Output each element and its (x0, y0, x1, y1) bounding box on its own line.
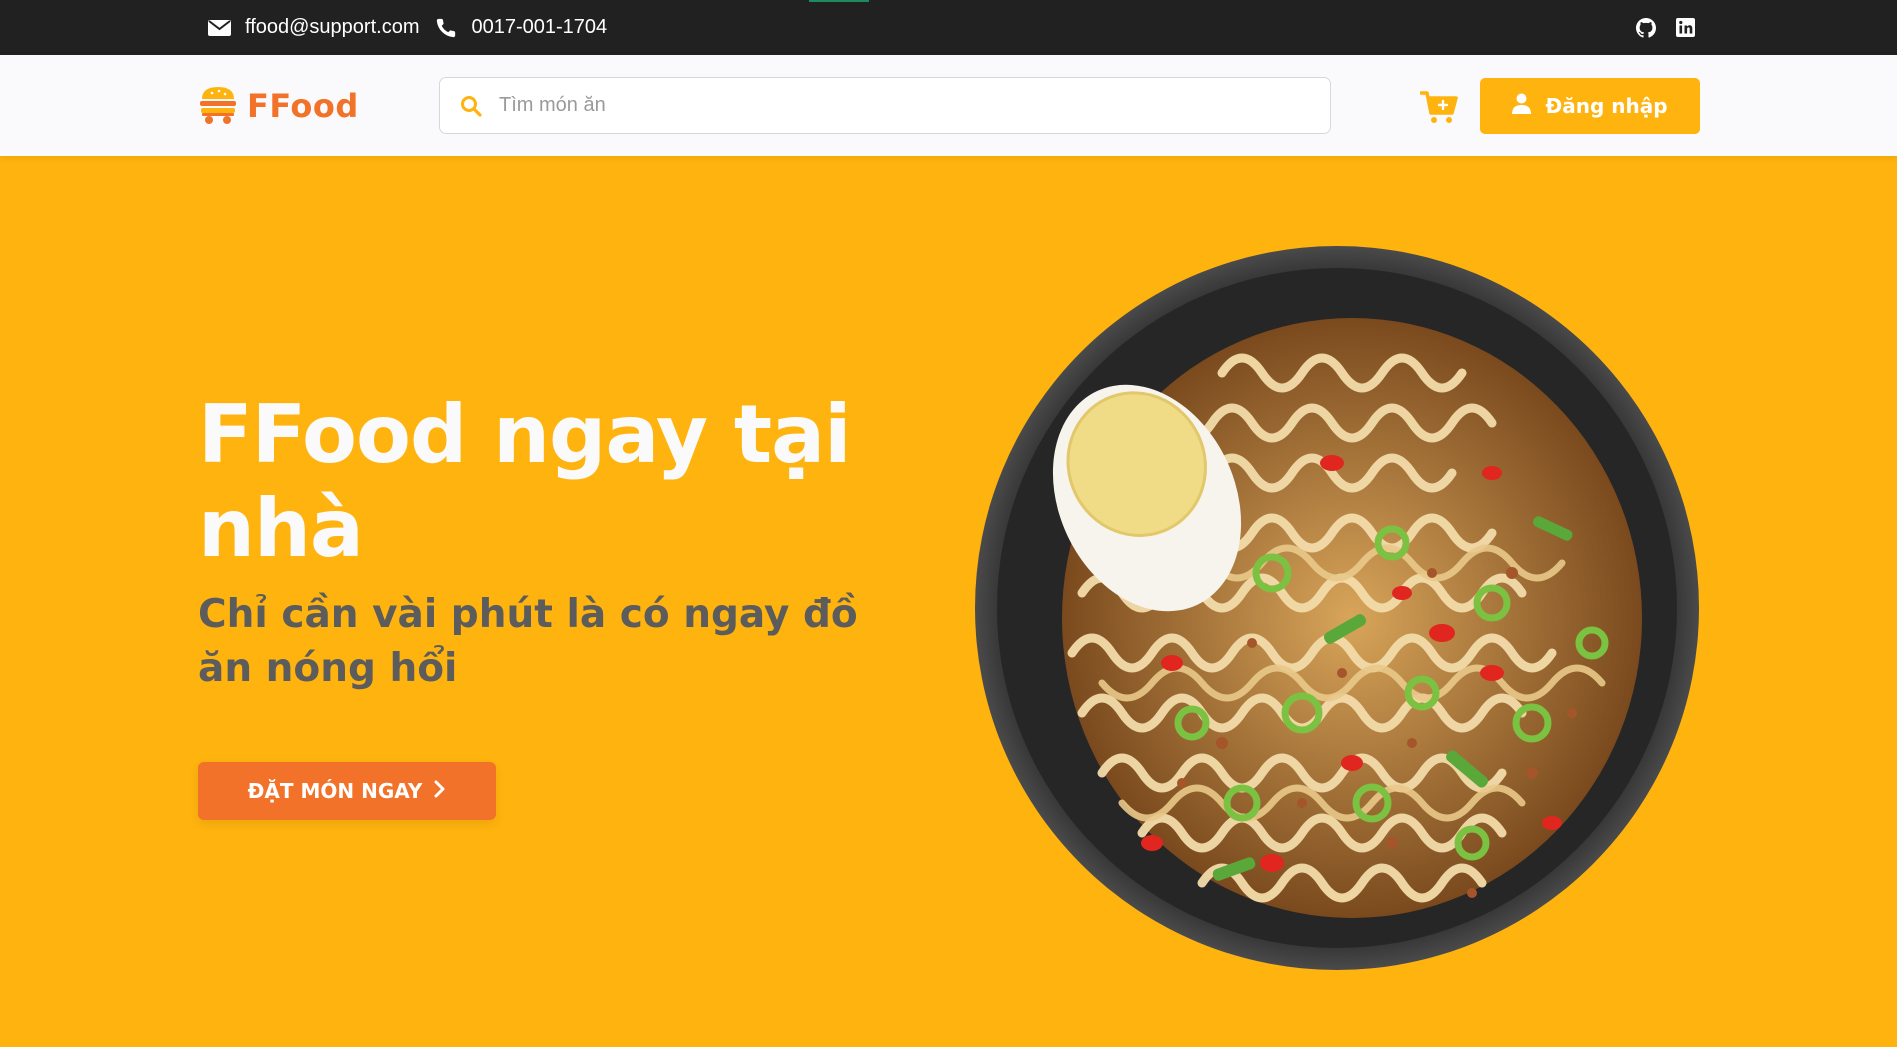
support-email[interactable]: ffood@support.com (245, 16, 419, 39)
order-now-label: ĐẶT MÓN NGAY (247, 779, 423, 803)
brand-logo[interactable]: FFood (199, 85, 359, 127)
cart-icon[interactable] (1419, 90, 1458, 124)
chevron-right-icon (434, 779, 446, 803)
login-button-label: Đăng nhập (1545, 94, 1668, 118)
search-box (439, 77, 1331, 134)
burger-cart-logo-icon (199, 83, 237, 130)
hero-food-image (972, 243, 1702, 973)
search-input[interactable] (499, 94, 1330, 117)
search-icon (460, 95, 482, 117)
envelope-icon (208, 19, 231, 37)
hero-title: FFood ngay tại nhà (198, 388, 851, 575)
login-button[interactable]: Đăng nhập (1480, 78, 1700, 134)
support-phone[interactable]: 0017-001-1704 (471, 16, 607, 39)
order-now-button[interactable]: ĐẶT MÓN NGAY (198, 762, 496, 820)
phone-icon (435, 17, 457, 39)
linkedin-icon[interactable] (1676, 18, 1695, 37)
github-icon[interactable] (1636, 17, 1656, 38)
user-icon (1512, 93, 1532, 119)
main-navbar: FFood Đăng nhập (0, 55, 1897, 156)
hero-subtitle: Chỉ cần vài phút là có ngay đồ ăn nóng h… (198, 592, 858, 691)
contact-info: ffood@support.com 0017-001-1704 (208, 0, 623, 55)
brand-name: FFood (247, 87, 359, 125)
top-bar: ffood@support.com 0017-001-1704 (0, 0, 1897, 55)
top-accent-line (809, 0, 869, 2)
social-links (1636, 0, 1695, 55)
